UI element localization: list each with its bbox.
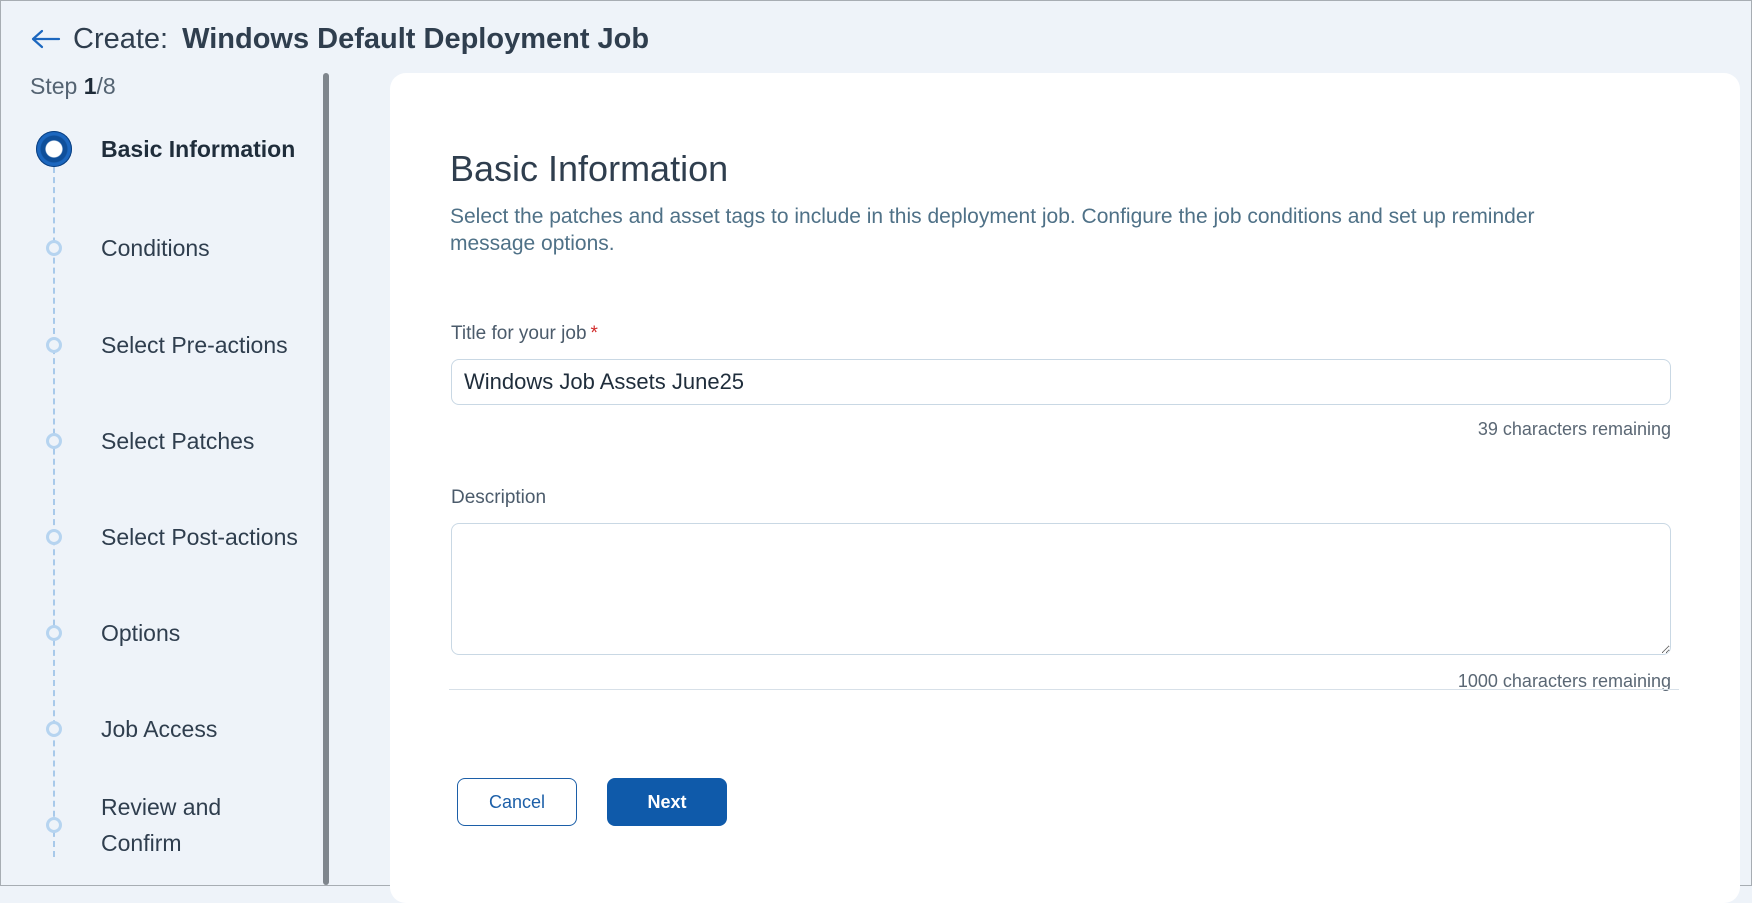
step-select-patches[interactable]: Select Patches	[31, 423, 331, 459]
section-description: Select the patches and asset tags to inc…	[450, 205, 1535, 255]
form-divider	[449, 689, 1679, 690]
step-review-and-confirm[interactable]: Review and Confirm	[31, 789, 331, 861]
step-label: Select Patches	[101, 428, 255, 454]
step-label: Basic Information	[101, 136, 296, 162]
step-label: Options	[101, 620, 181, 646]
step-counter-label: Step	[30, 73, 78, 99]
step-counter-total: /8	[96, 73, 116, 99]
job-title-label-text: Title for your job	[451, 323, 587, 344]
step-conditions[interactable]: Conditions	[31, 230, 331, 266]
step-label: Job Access	[101, 716, 218, 742]
step-indicator-icon	[31, 240, 77, 256]
job-title-input[interactable]	[451, 359, 1671, 405]
description-textarea[interactable]	[451, 523, 1671, 655]
description-label: Description	[451, 487, 547, 508]
step-select-pre-actions[interactable]: Select Pre-actions	[31, 327, 331, 363]
step-indicator-icon	[31, 817, 77, 833]
step-indicator-icon	[31, 337, 77, 353]
step-label: Conditions	[101, 235, 210, 261]
step-select-post-actions[interactable]: Select Post-actions	[31, 519, 331, 555]
step-job-access[interactable]: Job Access	[31, 711, 331, 747]
step-label: Review and Confirm	[101, 794, 222, 856]
step-indicator-icon	[31, 433, 77, 449]
cancel-button[interactable]: Cancel	[457, 778, 577, 826]
page-header: Create: Windows Default Deployment Job	[29, 17, 649, 61]
step-counter: Step 1/8	[30, 73, 116, 100]
step-basic-information[interactable]: Basic Information	[31, 131, 331, 167]
sidebar-scrollbar[interactable]	[323, 73, 329, 885]
step-active-indicator-icon	[31, 131, 77, 167]
required-marker: *	[590, 323, 598, 344]
step-options[interactable]: Options	[31, 615, 331, 651]
step-indicator-icon	[31, 721, 77, 737]
step-counter-current: 1	[83, 73, 97, 99]
section-title: Basic Information	[450, 148, 729, 189]
job-title-char-count: 39 characters remaining	[1477, 419, 1671, 439]
step-label: Select Pre-actions	[101, 332, 288, 358]
step-label: Select Post-actions	[101, 524, 298, 550]
header-prefix: Create:	[73, 22, 169, 55]
back-arrow-icon[interactable]	[29, 22, 63, 56]
page-title: Windows Default Deployment Job	[182, 22, 650, 55]
window-frame: Create: Windows Default Deployment Job S…	[0, 0, 1752, 903]
job-title-label: Title for your job *	[451, 323, 598, 345]
step-indicator-icon	[31, 529, 77, 545]
next-button[interactable]: Next	[607, 778, 727, 826]
step-indicator-icon	[31, 625, 77, 641]
main-card: Basic Information Select the patches and…	[390, 73, 1740, 903]
